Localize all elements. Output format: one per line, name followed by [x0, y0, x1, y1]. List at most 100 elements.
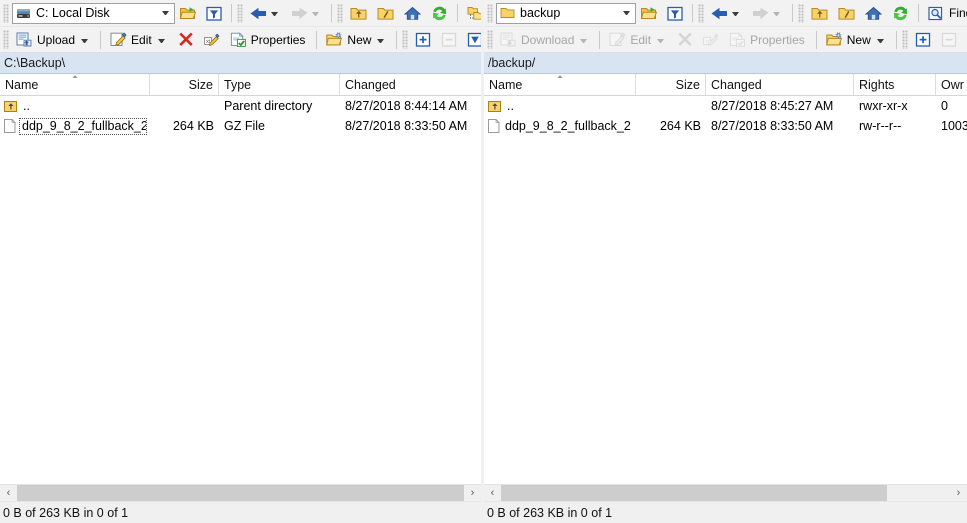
toolbar-gripper[interactable] — [698, 3, 704, 23]
remote-col-changed[interactable]: Changed — [706, 74, 854, 95]
local-row0-name-cell[interactable]: .. — [0, 96, 150, 116]
toolbar-separator — [599, 30, 601, 49]
remote-back-button[interactable] — [706, 2, 747, 24]
local-file-list[interactable]: .. Parent directory 8/27/2018 8:44:14 AM… — [0, 96, 481, 484]
local-parent-directory-button[interactable] — [345, 2, 372, 24]
scroll-left-icon[interactable]: ‹ — [0, 485, 17, 501]
back-dropdown-caret[interactable] — [271, 12, 278, 16]
local-row0-size — [150, 96, 219, 116]
scroll-left-icon[interactable]: ‹ — [484, 485, 501, 501]
remote-horizontal-scrollbar[interactable]: ‹ › — [484, 484, 967, 501]
toolbar-gripper[interactable] — [901, 30, 908, 49]
local-status-text: 0 B of 263 KB in 0 of 1 — [3, 505, 129, 520]
local-drive-combo[interactable]: C: Local Disk — [12, 2, 175, 24]
remote-new-label: New — [846, 32, 871, 47]
table-row[interactable]: ddp_9_8_2_fullback_2... 264 KB GZ File 8… — [0, 116, 481, 136]
table-row[interactable]: .. 8/27/2018 8:45:27 AM rwxr-xr-x 0 — [484, 96, 967, 116]
table-row[interactable]: .. Parent directory 8/27/2018 8:44:14 AM — [0, 96, 481, 116]
local-back-button[interactable] — [245, 2, 286, 24]
local-horizontal-scrollbar[interactable]: ‹ › — [0, 484, 481, 501]
toolbar-gripper[interactable] — [337, 3, 343, 23]
remote-download-label: Download — [521, 32, 575, 47]
remote-panel: backup Fin Download Edit xt Properties N… — [484, 0, 967, 523]
remote-select-button[interactable] — [910, 29, 936, 51]
local-properties-button[interactable]: Properties — [225, 29, 313, 51]
local-edit-button[interactable]: Edit — [105, 29, 173, 51]
toolbar-gripper[interactable] — [798, 3, 804, 23]
remote-download-button: Download — [495, 29, 595, 51]
local-edit-label: Edit — [131, 32, 152, 47]
local-row0-changed: 8/27/2018 8:44:14 AM — [345, 99, 468, 113]
toolbar-gripper[interactable] — [487, 30, 493, 49]
local-rename-button[interactable]: xt — [199, 29, 225, 51]
remote-path-bar[interactable]: /backup/ — [484, 53, 967, 74]
remote-new-button[interactable]: New — [821, 29, 892, 51]
toolbar-separator — [692, 4, 693, 22]
local-scroll-thumb[interactable] — [17, 485, 464, 501]
edit-dropdown-caret — [657, 38, 665, 43]
remote-row1-name-cell[interactable]: ddp_9_8_2_fullback_2... — [484, 116, 636, 136]
local-col-type[interactable]: Type — [219, 74, 340, 95]
new-dropdown-caret[interactable] — [377, 38, 385, 43]
back-dropdown-caret[interactable] — [732, 12, 739, 16]
local-scroll-track[interactable] — [17, 485, 464, 501]
remote-col-name[interactable]: Name — [484, 74, 636, 95]
remote-open-directory-button[interactable] — [636, 2, 662, 24]
local-col-size[interactable]: Size — [150, 74, 219, 95]
toolbar-gripper[interactable] — [3, 3, 9, 23]
toolbar-gripper[interactable] — [487, 3, 493, 23]
remote-parent-directory-button[interactable] — [806, 2, 833, 24]
local-open-directory-button[interactable] — [175, 2, 201, 24]
parent-directory-icon — [4, 100, 18, 113]
chevron-down-icon[interactable] — [618, 4, 635, 23]
remote-refresh-button[interactable] — [887, 2, 914, 24]
scroll-right-icon[interactable]: › — [464, 485, 481, 501]
generic-file-icon — [488, 119, 500, 133]
sort-ascending-icon — [555, 74, 564, 79]
remote-home-directory-button[interactable] — [860, 2, 887, 24]
toolbar-gripper[interactable] — [402, 30, 409, 49]
remote-file-list[interactable]: .. 8/27/2018 8:45:27 AM rwxr-xr-x 0 ddp_… — [484, 96, 967, 484]
remote-directory-combo[interactable]: backup — [496, 2, 636, 24]
upload-dropdown-caret[interactable] — [81, 38, 89, 43]
remote-find-files-button[interactable]: Find Files — [923, 2, 967, 24]
remote-col-size[interactable]: Size — [636, 74, 706, 95]
remote-col-rights[interactable]: Rights — [854, 74, 936, 95]
remote-row0-owner: 0 — [941, 99, 948, 113]
table-row[interactable]: ddp_9_8_2_fullback_2... 264 KB 8/27/2018… — [484, 116, 967, 136]
remote-row1-name: ddp_9_8_2_fullback_2... — [505, 119, 631, 133]
edit-dropdown-caret[interactable] — [157, 38, 165, 43]
local-directory-tree-button[interactable] — [462, 2, 481, 24]
remote-row1-rights: rw-r--r-- — [859, 119, 902, 133]
local-path-bar[interactable]: C:\Backup\ — [0, 53, 481, 74]
local-invert-selection-button[interactable] — [462, 29, 481, 51]
toolbar-separator — [918, 4, 919, 22]
local-home-directory-button[interactable] — [399, 2, 426, 24]
remote-scroll-track[interactable] — [501, 485, 950, 501]
new-dropdown-caret[interactable] — [876, 38, 884, 43]
chevron-down-icon[interactable] — [157, 4, 174, 23]
remote-edit-label: Edit — [630, 32, 652, 47]
local-upload-button[interactable]: Upload — [11, 29, 96, 51]
local-col-changed[interactable]: Changed — [340, 74, 481, 95]
local-filter-button[interactable] — [201, 2, 227, 24]
local-drive-label: C: Local Disk — [36, 6, 110, 20]
local-col-name[interactable]: Name — [0, 74, 150, 95]
toolbar-separator — [792, 4, 793, 22]
remote-scroll-thumb[interactable] — [501, 485, 888, 501]
toolbar-gripper[interactable] — [237, 3, 243, 23]
local-delete-button[interactable] — [173, 29, 199, 51]
winscp-window: C: Local Disk Upload Edit xt Properties … — [0, 0, 967, 523]
toolbar-gripper[interactable] — [3, 30, 9, 49]
remote-invert-selection-button[interactable] — [962, 29, 967, 51]
remote-filter-button[interactable] — [662, 2, 688, 24]
local-row1-name-cell[interactable]: ddp_9_8_2_fullback_2... — [0, 116, 150, 136]
remote-row0-name-cell[interactable]: .. — [484, 96, 636, 116]
scroll-right-icon[interactable]: › — [950, 485, 967, 501]
local-refresh-button[interactable] — [426, 2, 453, 24]
local-new-button[interactable]: New — [321, 29, 392, 51]
remote-col-owner[interactable]: Owr — [936, 74, 967, 95]
remote-root-directory-button[interactable] — [833, 2, 860, 24]
local-select-button[interactable] — [410, 29, 436, 51]
local-root-directory-button[interactable] — [372, 2, 399, 24]
